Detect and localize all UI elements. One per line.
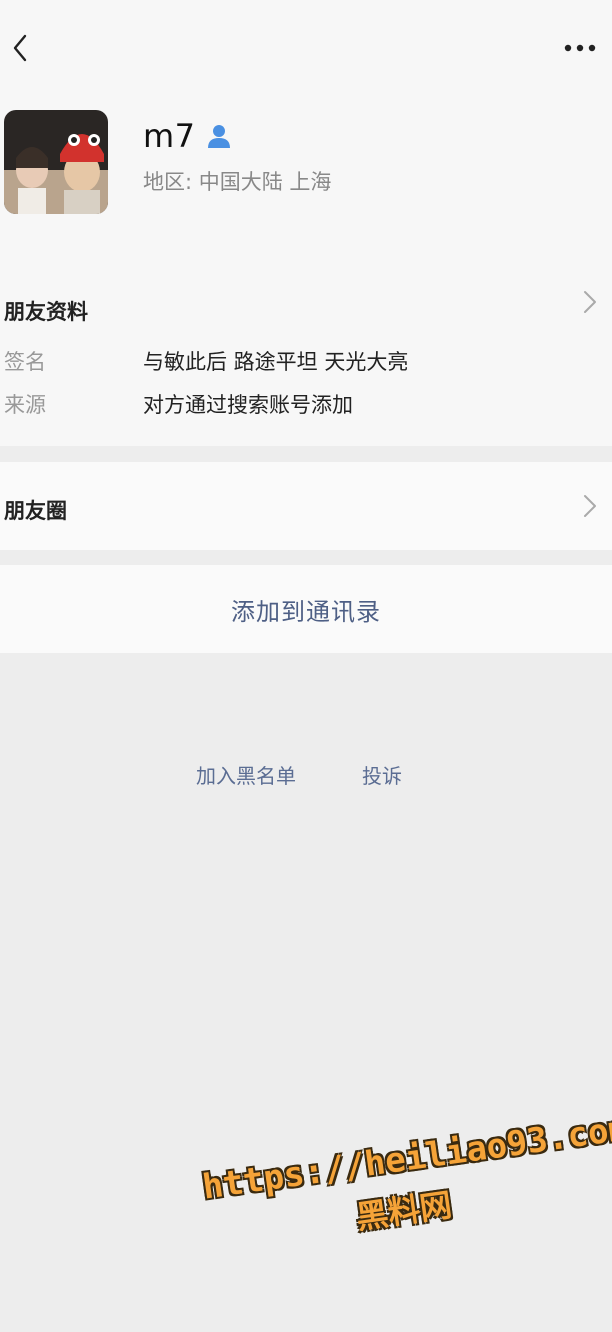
profile-name: m7 <box>143 117 196 155</box>
blacklist-link[interactable]: 加入黑名单 <box>196 760 296 789</box>
friend-info-row[interactable]: 朋友资料 <box>0 280 612 336</box>
source-label: 来源 <box>4 393 46 417</box>
signature-label: 签名 <box>4 350 46 374</box>
moments-title: 朋友圈 <box>4 499 67 523</box>
friend-info-title: 朋友资料 <box>4 300 88 324</box>
watermark: https://heiliao93.com 黑料网 <box>200 1108 612 1296</box>
name-row: m7 <box>143 113 232 159</box>
add-to-contacts-button[interactable]: 添加到通讯录 <box>0 565 612 653</box>
person-icon <box>207 125 230 148</box>
more-icon <box>564 44 596 52</box>
profile-region: 地区: 中国大陆 上海 <box>143 170 332 194</box>
signature-value: 与敏此后 路途平坦 天光大亮 <box>143 350 409 374</box>
profile-header <box>0 0 612 446</box>
chevron-right-icon <box>584 495 596 517</box>
chevron-right-icon <box>584 291 596 313</box>
avatar[interactable] <box>4 110 108 214</box>
moments-row[interactable]: 朋友圈 <box>0 462 612 550</box>
more-button[interactable] <box>558 28 602 68</box>
report-link[interactable]: 投诉 <box>362 760 402 789</box>
back-button[interactable] <box>0 26 40 70</box>
avatar-image <box>4 110 108 214</box>
source-value: 对方通过搜索账号添加 <box>143 393 353 417</box>
chevron-left-icon <box>13 34 27 62</box>
